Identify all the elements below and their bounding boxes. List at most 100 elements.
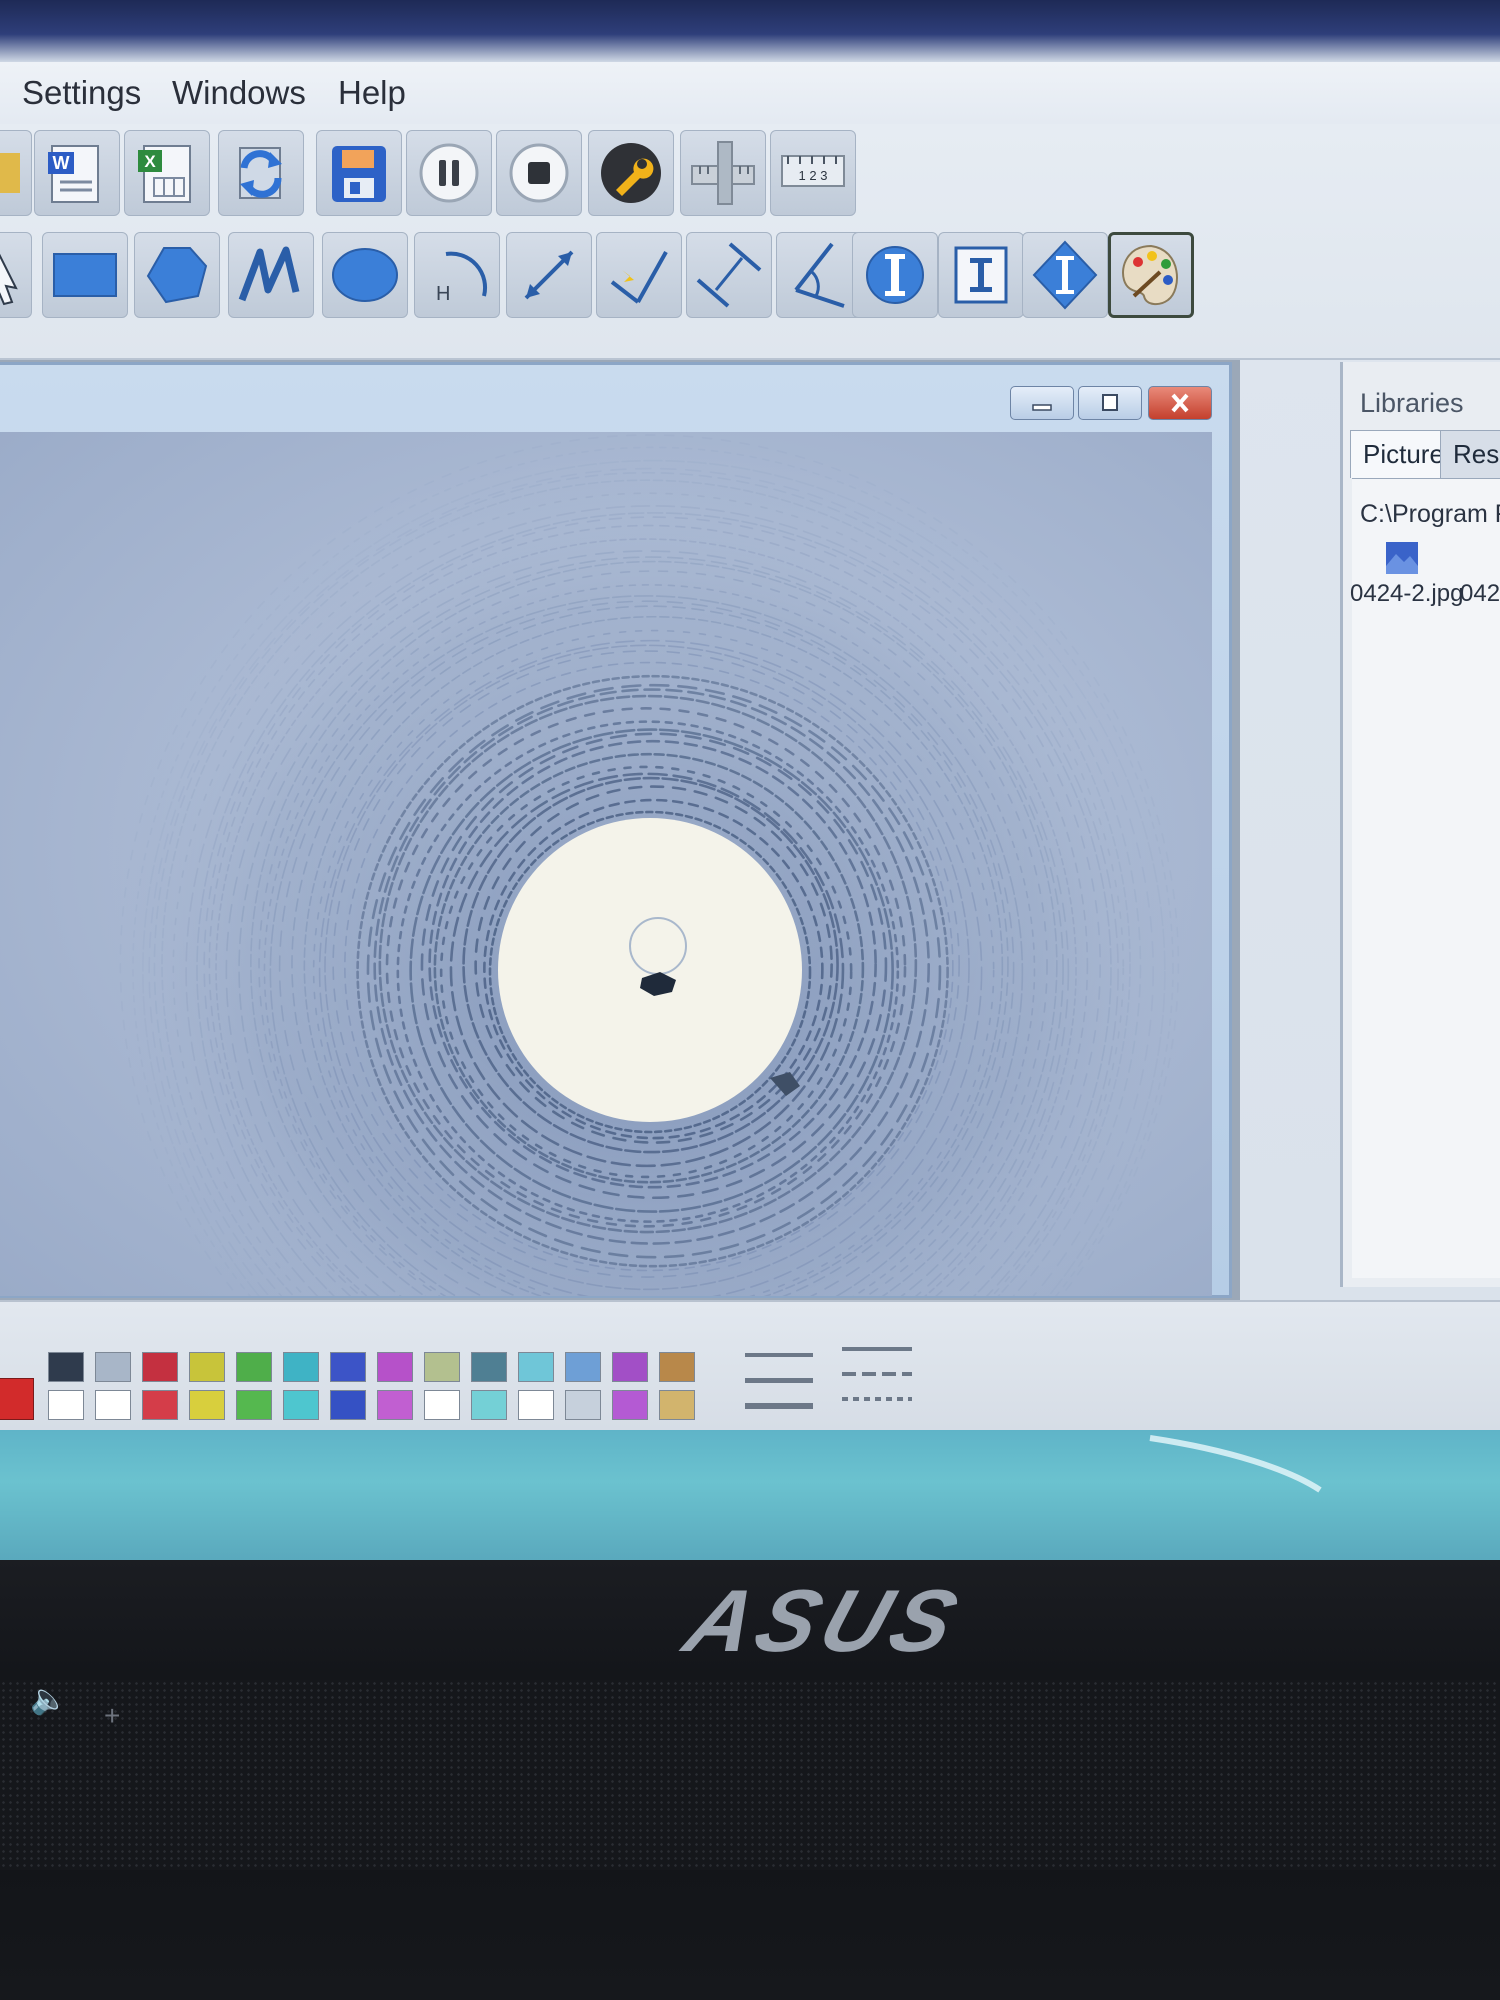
palette-swatch[interactable] bbox=[236, 1390, 272, 1420]
point-line-button[interactable] bbox=[596, 232, 682, 318]
excel-export-icon: X bbox=[138, 145, 191, 203]
palette-swatch[interactable] bbox=[95, 1352, 131, 1382]
current-color-swatch[interactable] bbox=[0, 1378, 34, 1420]
polyline-button[interactable] bbox=[228, 232, 314, 318]
speaker-grille bbox=[0, 1680, 1500, 1870]
rectangle-button[interactable] bbox=[42, 232, 128, 318]
polygon-button[interactable] bbox=[134, 232, 220, 318]
palette-swatch[interactable] bbox=[424, 1352, 460, 1382]
text-icon bbox=[954, 246, 1008, 304]
settings-button[interactable] bbox=[588, 130, 674, 216]
polygon-icon bbox=[146, 247, 208, 304]
scale-button[interactable]: 1 2 3 bbox=[770, 130, 856, 216]
close-button[interactable] bbox=[1148, 386, 1212, 420]
circle-diameter-button[interactable] bbox=[852, 232, 938, 318]
open-icon bbox=[0, 153, 20, 193]
palette-swatch[interactable] bbox=[142, 1352, 178, 1382]
palette-swatch[interactable] bbox=[471, 1352, 507, 1382]
library-file-name[interactable]: 0424-2.jpg bbox=[1350, 580, 1463, 608]
save-button[interactable] bbox=[316, 130, 402, 216]
menu-help[interactable]: Help bbox=[338, 74, 406, 112]
word-export-button[interactable]: W bbox=[34, 130, 120, 216]
menu-windows[interactable]: Windows bbox=[172, 74, 306, 112]
tab-results[interactable]: Resu bbox=[1440, 430, 1500, 478]
palette-swatch[interactable] bbox=[377, 1390, 413, 1420]
line-style-dotted[interactable] bbox=[842, 1397, 912, 1401]
taskbar-swoosh bbox=[1149, 1435, 1322, 1493]
angle-icon bbox=[794, 242, 845, 308]
stop-icon bbox=[509, 143, 569, 203]
palette-swatch[interactable] bbox=[612, 1390, 648, 1420]
palette-swatch[interactable] bbox=[612, 1352, 648, 1382]
vertical-measure-button[interactable] bbox=[1022, 232, 1108, 318]
palette-swatch[interactable] bbox=[377, 1352, 413, 1382]
line-measure-button[interactable] bbox=[506, 232, 592, 318]
text-tool-button[interactable] bbox=[938, 232, 1024, 318]
line-style-dashed[interactable] bbox=[842, 1372, 912, 1376]
ruler-digits: 1 2 3 bbox=[799, 168, 828, 183]
palette-swatch[interactable] bbox=[330, 1352, 366, 1382]
pointer-button[interactable] bbox=[0, 232, 32, 318]
line-style-solid-thin[interactable] bbox=[745, 1353, 813, 1357]
palette-swatch[interactable] bbox=[95, 1390, 131, 1420]
line-style-plain[interactable] bbox=[842, 1347, 912, 1351]
color-palette-bar bbox=[0, 1300, 1500, 1430]
brand-logo: ASUS bbox=[674, 1571, 975, 1670]
library-file-name-partial[interactable]: 042 bbox=[1460, 580, 1500, 608]
circle-diameter-icon bbox=[866, 246, 924, 304]
monitor-screen: Settings Windows Help W X 1 2 3 H Librar… bbox=[0, 0, 1500, 1560]
parallel-lines-button[interactable] bbox=[686, 232, 772, 318]
library-path: C:\Program File bbox=[1360, 500, 1500, 528]
palette-icon bbox=[1122, 244, 1178, 306]
minimize-icon bbox=[1032, 404, 1052, 411]
ellipse-button[interactable] bbox=[322, 232, 408, 318]
ruler-button[interactable] bbox=[680, 130, 766, 216]
minimize-button[interactable] bbox=[1010, 386, 1074, 420]
maximize-button[interactable] bbox=[1078, 386, 1142, 420]
color-palette-button[interactable] bbox=[1108, 232, 1194, 318]
palette-swatch[interactable] bbox=[565, 1352, 601, 1382]
line-style-solid-thick[interactable] bbox=[745, 1403, 813, 1409]
pause-icon bbox=[419, 143, 479, 203]
menu-settings[interactable]: Settings bbox=[22, 74, 141, 112]
word-export-icon: W bbox=[48, 145, 99, 203]
pause-button[interactable] bbox=[406, 130, 492, 216]
palette-swatch[interactable] bbox=[48, 1390, 84, 1420]
stop-button[interactable] bbox=[496, 130, 582, 216]
palette-swatch[interactable] bbox=[330, 1390, 366, 1420]
line-measure-icon bbox=[524, 250, 574, 300]
palette-swatch[interactable] bbox=[471, 1390, 507, 1420]
palette-swatch[interactable] bbox=[283, 1390, 319, 1420]
rectangle-icon bbox=[53, 253, 117, 297]
palette-swatch[interactable] bbox=[565, 1390, 601, 1420]
palette-swatch[interactable] bbox=[659, 1352, 695, 1382]
polyline-icon bbox=[238, 246, 300, 302]
line-style-solid[interactable] bbox=[745, 1378, 813, 1383]
angle-button[interactable] bbox=[776, 232, 862, 318]
svg-text:X: X bbox=[144, 152, 156, 171]
palette-swatch[interactable] bbox=[142, 1390, 178, 1420]
partial-tool-button[interactable] bbox=[0, 130, 32, 216]
pointer-icon bbox=[0, 253, 18, 306]
palette-swatch[interactable] bbox=[48, 1352, 84, 1382]
palette-swatch[interactable] bbox=[659, 1390, 695, 1420]
refresh-button[interactable] bbox=[218, 130, 304, 216]
palette-swatch[interactable] bbox=[236, 1352, 272, 1382]
point-line-icon bbox=[610, 251, 668, 304]
palette-swatch[interactable] bbox=[518, 1390, 554, 1420]
palette-swatch[interactable] bbox=[283, 1352, 319, 1382]
window-top-edge bbox=[0, 0, 1500, 62]
microscope-image[interactable] bbox=[0, 432, 1212, 1296]
plus-icon[interactable]: + bbox=[104, 1700, 120, 1732]
palette-swatch[interactable] bbox=[518, 1352, 554, 1382]
volume-icon[interactable]: 🔈 bbox=[30, 1682, 67, 1717]
palette-swatch[interactable] bbox=[189, 1352, 225, 1382]
maximize-icon bbox=[1102, 394, 1118, 411]
excel-export-button[interactable]: X bbox=[124, 130, 210, 216]
palette-swatch[interactable] bbox=[424, 1390, 460, 1420]
ellipse-icon bbox=[332, 248, 398, 302]
arc-button[interactable]: H bbox=[414, 232, 500, 318]
wrench-icon bbox=[601, 143, 661, 203]
image-file-icon[interactable] bbox=[1384, 540, 1420, 576]
palette-swatch[interactable] bbox=[189, 1390, 225, 1420]
